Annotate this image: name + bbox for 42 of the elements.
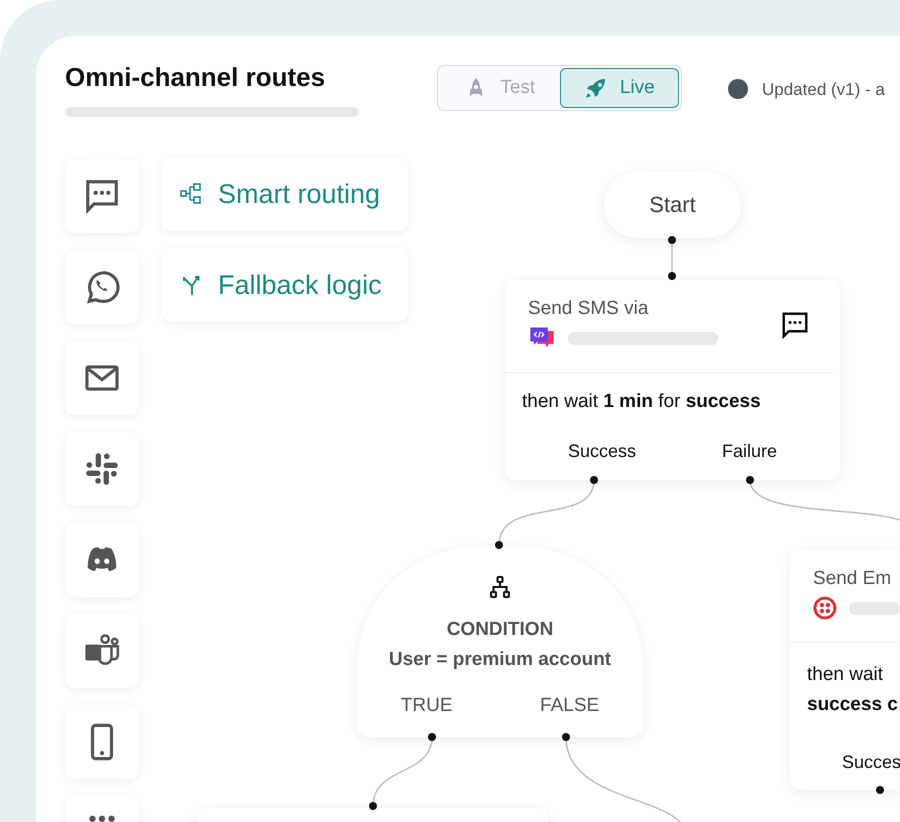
connector-dot — [369, 802, 377, 810]
outcome-label: Failure — [722, 441, 778, 462]
channel-tile[interactable] — [65, 341, 139, 415]
channel-tile[interactable] — [65, 614, 139, 688]
hash-icon — [83, 450, 121, 488]
outcome-label: Success — [568, 441, 636, 462]
connector-dot — [562, 733, 570, 741]
wait-text: then wait 1 min for success — [521, 390, 762, 413]
wait-text: success c — [807, 693, 899, 717]
channel-tile[interactable] — [65, 159, 139, 233]
channel-tile[interactable] — [65, 250, 139, 324]
connector-dot — [590, 476, 598, 484]
condition-rule: User = premium account — [388, 649, 612, 671]
dots-circle-icon — [813, 594, 837, 622]
connector-dot — [876, 786, 884, 794]
feature-label: Fallback logic — [218, 270, 382, 300]
hierarchy-icon — [488, 575, 512, 599]
connector-dot — [495, 541, 503, 549]
avatar — [728, 78, 748, 98]
outcome-label: FALSE — [540, 695, 600, 717]
connector-dot — [668, 272, 676, 280]
start-node: Start — [604, 172, 741, 238]
channel-tile[interactable] — [65, 432, 139, 506]
live-mode-button[interactable]: Live — [560, 68, 679, 108]
wait-text: then wait — [807, 663, 884, 687]
feature-label: Smart routing — [218, 178, 380, 210]
connector-dot — [746, 476, 754, 484]
test-mode-button[interactable]: Test — [440, 68, 560, 108]
channel-tile[interactable] — [65, 705, 139, 779]
chat-icon — [780, 310, 810, 340]
connector-dot — [668, 236, 676, 244]
condition-label: CONDITION — [446, 619, 554, 641]
chat-icon — [83, 177, 121, 215]
channel-tile[interactable] — [65, 523, 139, 597]
version-status: Updated (v1) - a — [762, 80, 885, 100]
page-title: Omni-channel routes — [65, 62, 326, 93]
outcome-label: Succes — [842, 752, 900, 772]
outcome-label: TRUE — [400, 695, 452, 717]
connector-dot — [428, 733, 436, 741]
node-title: Send SMS via — [528, 298, 650, 320]
node-title: Send Em — [813, 568, 892, 590]
flowchart-icon — [180, 182, 204, 206]
